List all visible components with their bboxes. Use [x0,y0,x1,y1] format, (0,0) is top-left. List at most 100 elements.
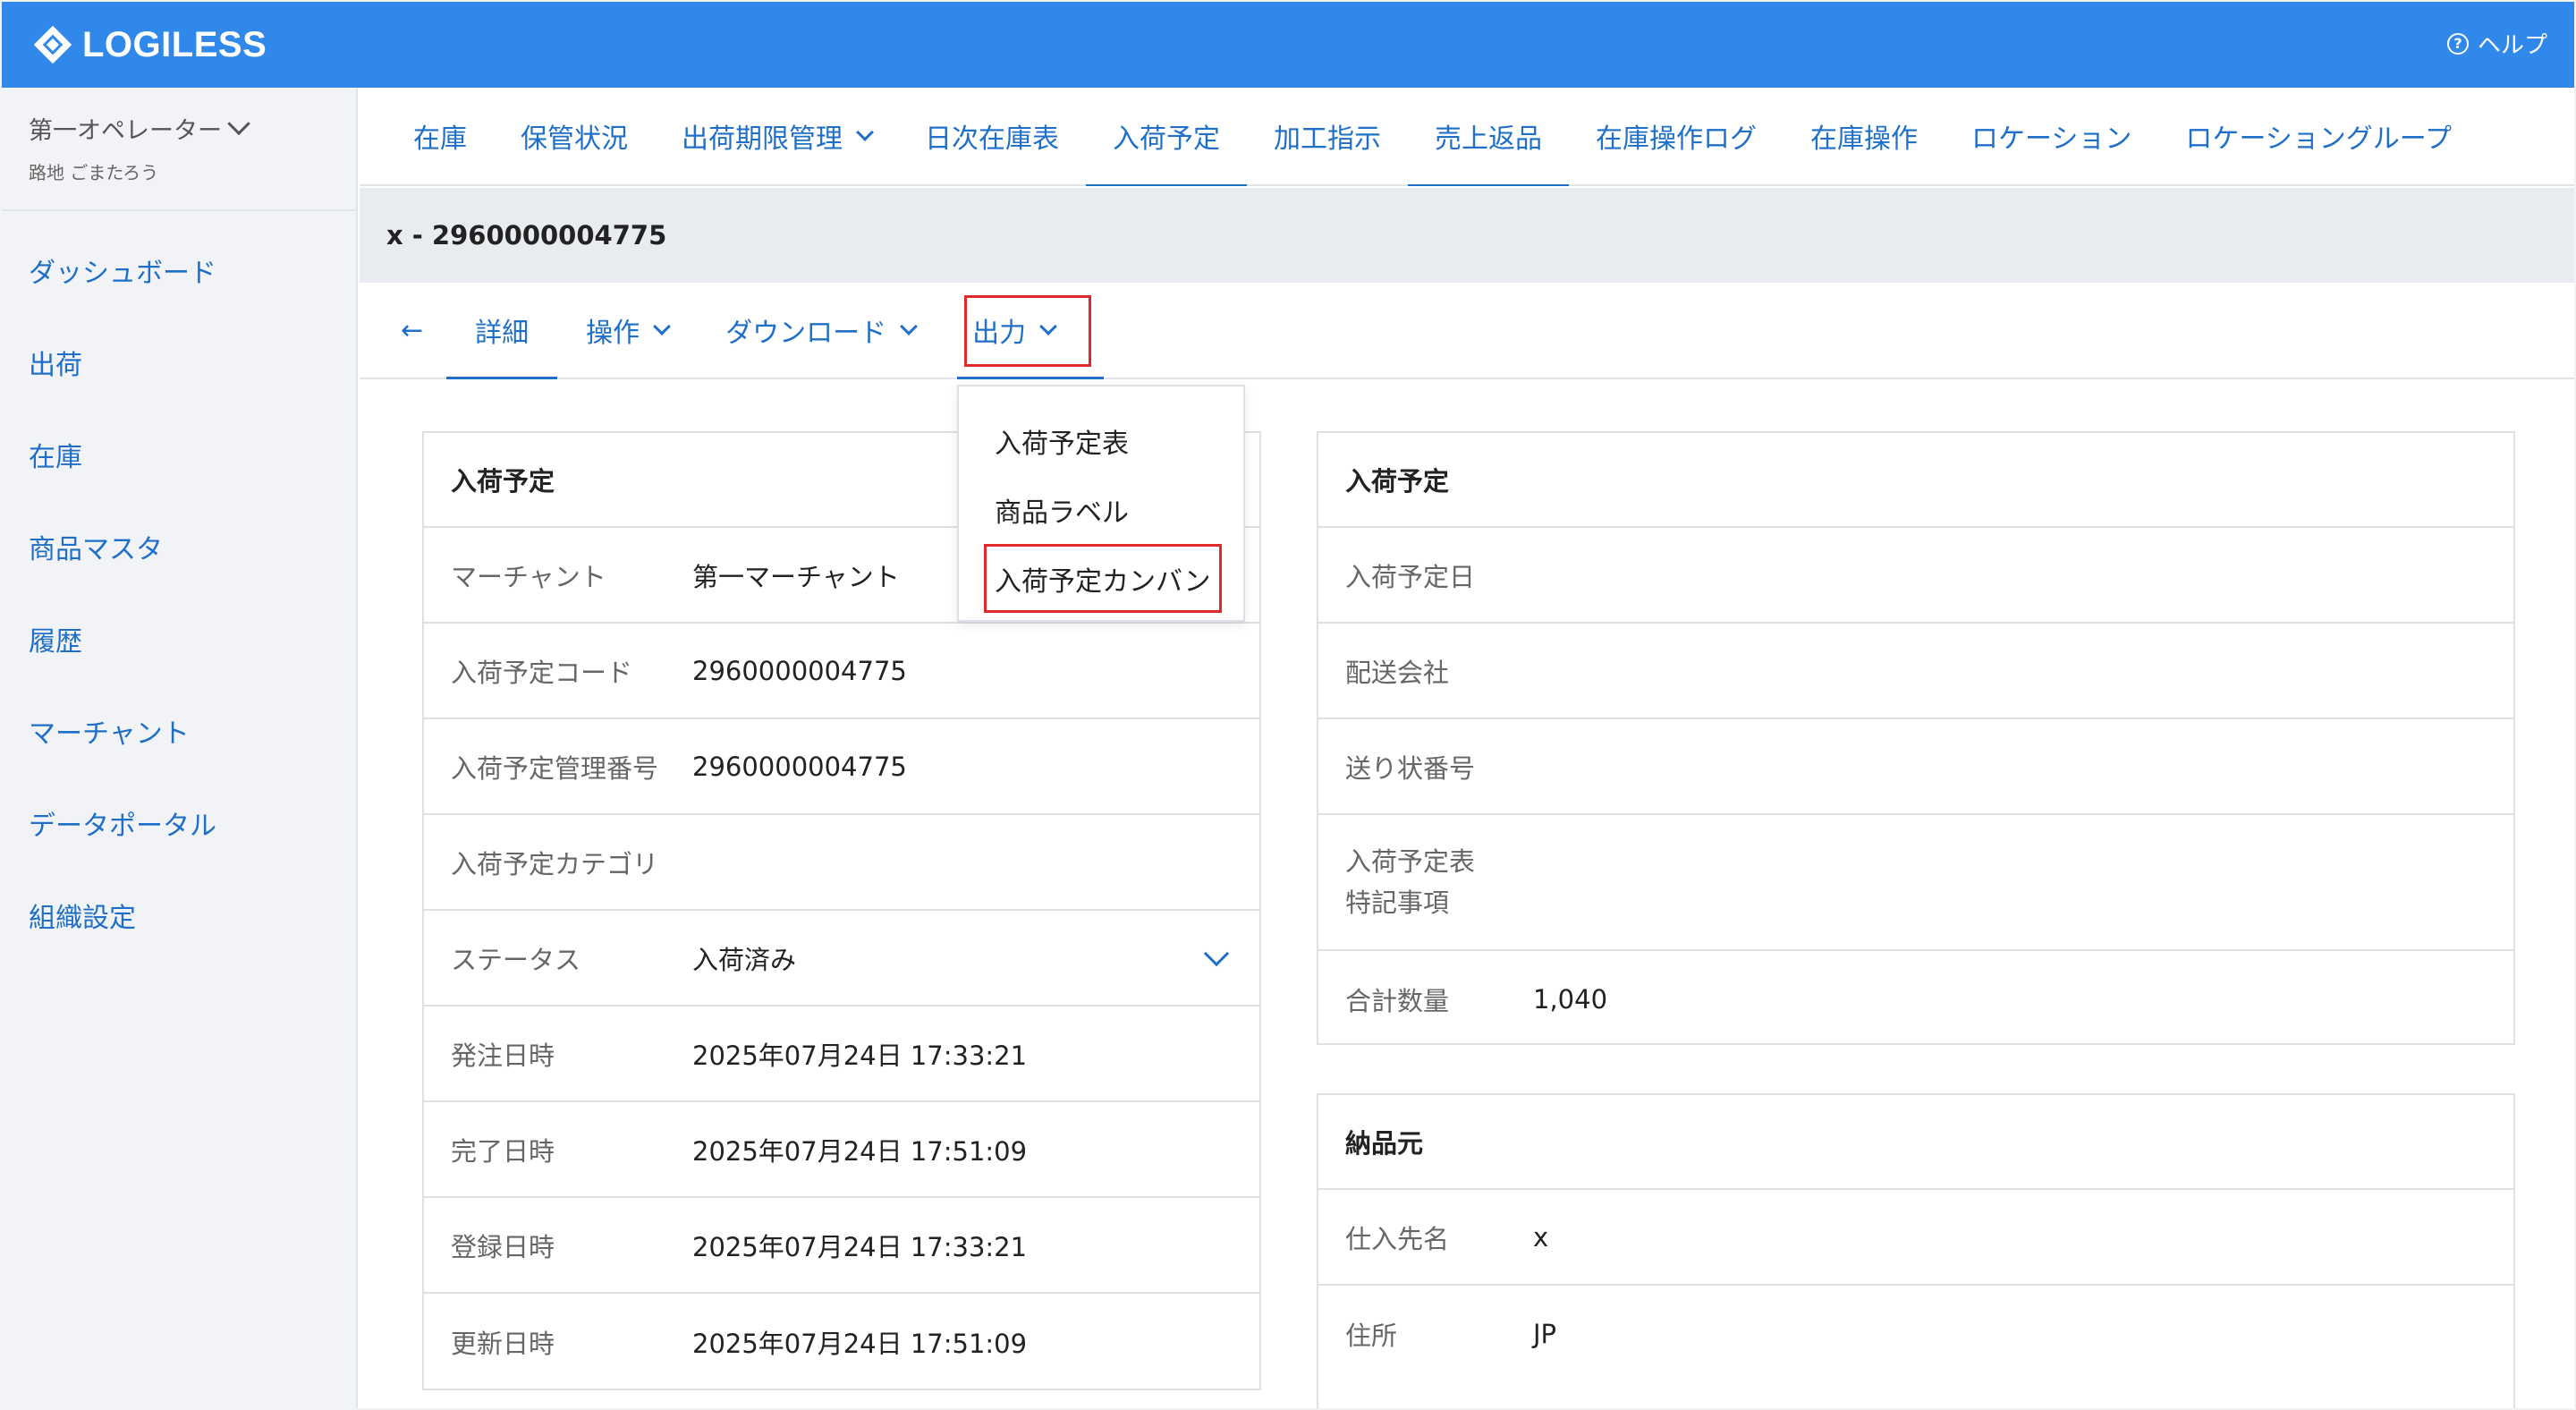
tab-inventory-operation-log[interactable]: 在庫操作ログ [1569,88,1784,184]
menu-item-inbound-kanban[interactable]: 入荷予定カンバン [984,544,1222,613]
sidebar-item-merchant[interactable]: マーチャント [2,684,356,777]
field-row-special-notes: 入荷予定表 特記事項 [1318,815,2513,951]
sidebar-item-product-master[interactable]: 商品マスタ [2,500,356,592]
field-row-address: 住所 JP [1318,1286,2513,1381]
sidebar-item-org-settings[interactable]: 組織設定 [2,869,356,961]
field-row-delivery-company: 配送会社 [1318,624,2513,719]
help-link[interactable]: ? ヘルプ [2446,27,2547,60]
field-label: 完了日時 [451,1135,555,1167]
main-content: 入荷予定 マーチャント 第一マーチャント 入荷予定コード 29600000047… [360,381,2574,1408]
field-row-order-datetime: 発注日時 2025年07月24日 17:33:21 [424,1007,1259,1102]
field-label: マーチャント [451,561,606,592]
chevron-down-icon[interactable] [1203,940,1230,967]
field-value: 1,040 [1533,983,1608,1015]
field-value: x [1533,1221,1549,1253]
sidebar-item-shipping[interactable]: 出荷 [2,316,356,408]
tab-label: 出力 [972,318,1027,349]
field-row-status[interactable]: ステータス 入荷済み [424,911,1259,1007]
field-label: 配送会社 [1345,657,1450,688]
field-row-inbound-category: 入荷予定カテゴリ [424,815,1259,911]
field-value: 2960000004775 [692,655,907,686]
chevron-down-icon [227,112,250,135]
tab-label: 在庫操作 [1810,123,1918,155]
tab-inventory[interactable]: 在庫 [386,88,494,184]
chevron-down-icon [653,318,672,336]
sidebar-item-dashboard[interactable]: ダッシュボード [2,224,356,316]
chevron-down-icon [900,318,919,336]
status-select-value[interactable]: 入荷済み [692,939,796,977]
logo[interactable]: LOGILESS [32,24,267,65]
field-label: 発注日時 [451,1040,555,1071]
tab-label: 加工指示 [1274,123,1381,155]
sidebar-item-data-portal[interactable]: データポータル [2,777,356,869]
operator-switcher[interactable]: 第一オペレーター 路地 ごまたろう [2,88,356,211]
field-row-supplier-name: 仕入先名 x [1318,1190,2513,1286]
tab-label: 保管状況 [521,123,628,155]
field-row-registered-datetime: 登録日時 2025年07月24日 17:33:21 [424,1198,1259,1294]
tab-inbound-schedule[interactable]: 入荷予定 [1086,88,1247,186]
tab-location[interactable]: ロケーション [1945,88,2158,184]
field-label: ステータス [451,944,581,975]
field-label: 合計数量 [1345,985,1450,1016]
output-dropdown-menu: 入荷予定表 商品ラベル 入荷予定カンバン [957,385,1245,622]
tab-detail[interactable]: 詳細 [446,283,558,379]
tab-label: ロケーション [1971,123,2132,155]
output-menu-button[interactable]: 出力 [944,283,1083,378]
tab-label: 日次在庫表 [925,123,1059,155]
tab-label: 在庫 [413,123,467,155]
tab-storage-status[interactable]: 保管状況 [494,88,655,184]
sidebar: 第一オペレーター 路地 ごまたろう ダッシュボード 出荷 在庫 商品マスタ 履歴… [2,88,358,1408]
tab-processing-instructions[interactable]: 加工指示 [1247,88,1408,184]
field-value: 2025年07月24日 17:33:21 [692,1231,1028,1262]
tab-daily-inventory[interactable]: 日次在庫表 [898,88,1086,184]
logo-text: LOGILESS [82,24,267,64]
menu-item-inbound-schedule-sheet[interactable]: 入荷予定表 [959,406,1243,475]
field-label: 更新日時 [451,1328,555,1359]
field-row-inbound-management-number: 入荷予定管理番号 2960000004775 [424,719,1259,815]
field-label: 送り状番号 [1345,752,1476,784]
field-value: 2960000004775 [692,751,907,782]
card-title: 入荷予定 [1318,433,2513,528]
sidebar-item-history[interactable]: 履歴 [2,592,356,684]
tab-label: 出荷期限管理 [682,123,843,155]
field-row-updated-datetime: 更新日時 2025年07月24日 17:51:09 [424,1294,1259,1389]
field-row-completed-datetime: 完了日時 2025年07月24日 17:51:09 [424,1102,1259,1198]
record-title-bar: x - 2960000004775 [360,188,2574,283]
sidebar-item-inventory[interactable]: 在庫 [2,408,356,500]
help-circle-icon: ? [2446,32,2469,55]
tab-sales-returns[interactable]: 売上返品 [1408,88,1569,186]
tab-label: ロケーショングループ [2185,123,2453,155]
tab-shipping-deadline[interactable]: 出荷期限管理 [655,88,898,184]
field-label: 仕入先名 [1345,1223,1450,1254]
tab-location-group[interactable]: ロケーショングループ [2158,88,2479,184]
tab-label: 詳細 [475,318,530,349]
field-label: 入荷予定表 特記事項 [1345,846,1476,918]
back-arrow-icon[interactable]: ← [377,283,446,378]
field-value: 第一マーチャント [692,561,900,592]
field-value: JP [1533,1318,1557,1349]
field-label: 入荷予定カテゴリ [451,848,659,879]
field-row-total-quantity: 合計数量 1,040 [1318,951,2513,1047]
logo-diamond-icon [32,24,73,65]
field-row-scheduled-date: 入荷予定日 [1318,528,2513,624]
field-label: 住所 [1345,1320,1398,1351]
field-row-tracking-number: 送り状番号 [1318,719,2513,815]
inbound-schedule-card: 入荷予定 入荷予定日 配送会社 送り状番号 入荷予定表 特記事項 合計数量 1,… [1317,431,2515,1045]
top-tabs: 在庫 保管状況 出荷期限管理 日次在庫表 入荷予定 加工指示 売上返品 在庫操作… [360,88,2574,186]
menu-item-product-label[interactable]: 商品ラベル [959,475,1243,544]
operator-name-row[interactable]: 第一オペレーター [29,111,356,146]
field-row-inbound-code: 入荷予定コード 2960000004775 [424,624,1259,719]
tab-inventory-operation[interactable]: 在庫操作 [1784,88,1945,184]
tab-label: 操作 [586,318,640,349]
download-menu-button[interactable]: ダウンロード [697,283,944,378]
sidebar-nav: ダッシュボード 出荷 在庫 商品マスタ 履歴 マーチャント データポータル 組織… [2,211,356,961]
operator-user-name: 路地 ごまたろう [29,162,159,183]
field-value: 2025年07月24日 17:33:21 [692,1040,1028,1071]
operator-name: 第一オペレーター [29,117,222,145]
help-label: ヘルプ [2477,32,2547,59]
record-subnav: ← 詳細 操作 ダウンロード 出力 [360,283,2574,379]
field-label: 入荷予定管理番号 [451,752,659,784]
field-label: 入荷予定コード [451,657,633,688]
operation-menu-button[interactable]: 操作 [557,283,697,378]
field-label: 登録日時 [451,1231,555,1262]
